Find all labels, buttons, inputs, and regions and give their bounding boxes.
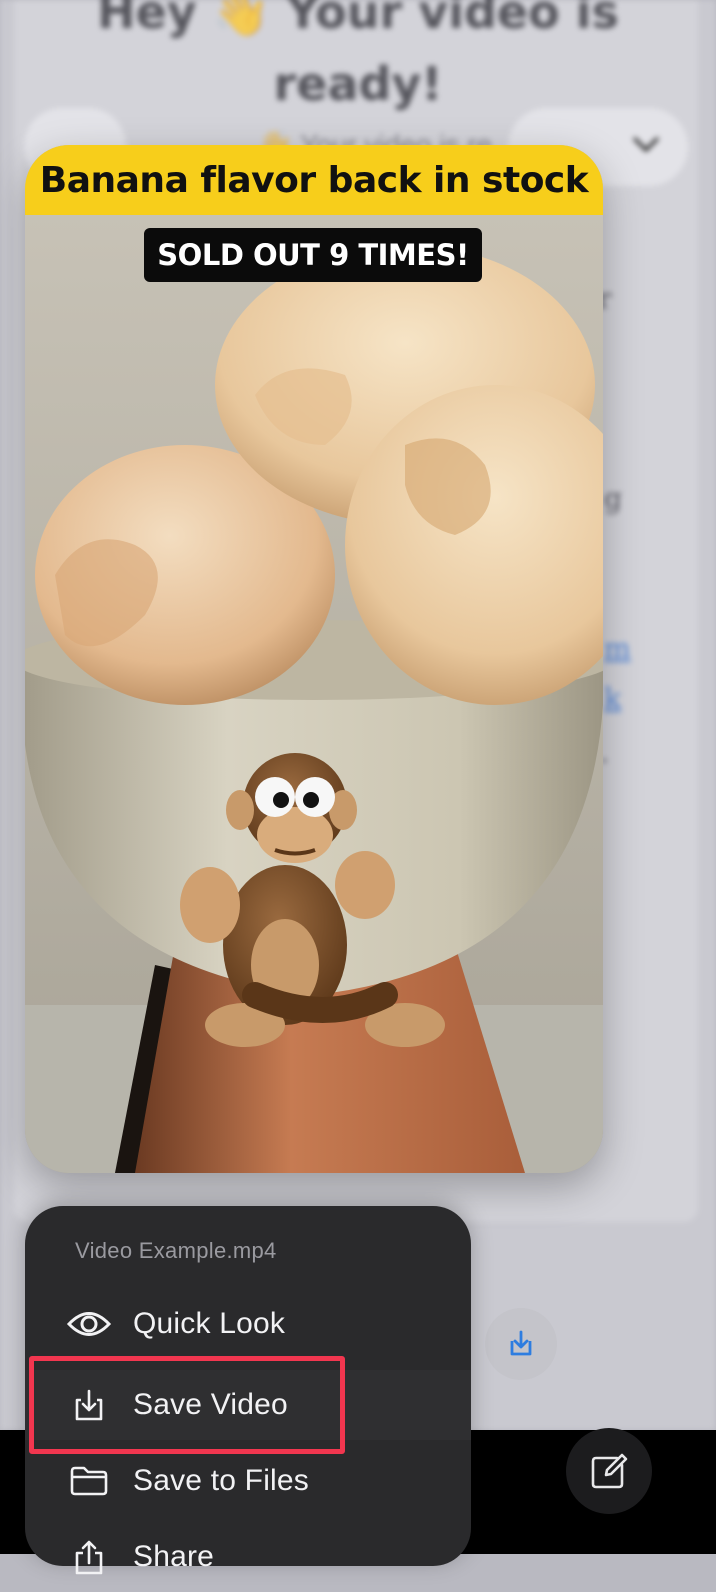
- eye-icon: [65, 1302, 113, 1346]
- folder-icon: [65, 1459, 113, 1503]
- menu-item-label: Share: [133, 1540, 215, 1573]
- compose-icon: [591, 1453, 628, 1489]
- menu-filename: Video Example.mp4: [75, 1238, 277, 1263]
- compose-button[interactable]: [566, 1428, 652, 1514]
- menu-item-quick-look[interactable]: Quick Look: [25, 1289, 471, 1359]
- chevron-down-icon: [633, 137, 659, 152]
- save-download-icon: [65, 1383, 113, 1427]
- text-fragment: g: [604, 482, 622, 515]
- download-attachment-button[interactable]: [485, 1308, 557, 1380]
- link-fragment[interactable]: k: [604, 682, 621, 715]
- menu-item-label: Save to Files: [133, 1464, 310, 1497]
- video-badge-text: SOLD OUT 9 TIMES!: [157, 238, 469, 272]
- menu-item-save-to-files[interactable]: Save to Files: [25, 1446, 471, 1516]
- menu-item-label: Quick Look: [133, 1307, 286, 1340]
- download-icon: [510, 1330, 532, 1356]
- email-heading: Hey 👋 Your video is ready!: [97, 0, 619, 111]
- share-icon: [65, 1535, 113, 1579]
- menu-item-save-video[interactable]: Save Video: [25, 1370, 471, 1440]
- menu-item-share[interactable]: Share: [25, 1522, 471, 1592]
- video-caption-bar: Banana flavor back in stock: [25, 145, 603, 215]
- video-caption-title: Banana flavor back in stock: [39, 159, 589, 201]
- link-fragment[interactable]: m: [604, 632, 631, 665]
- video-frame-image: [25, 145, 603, 1173]
- menu-item-label: Save Video: [133, 1388, 288, 1421]
- video-badge: SOLD OUT 9 TIMES!: [144, 228, 482, 282]
- video-preview[interactable]: Banana flavor back in stock SOLD OUT 9 T…: [25, 145, 603, 1173]
